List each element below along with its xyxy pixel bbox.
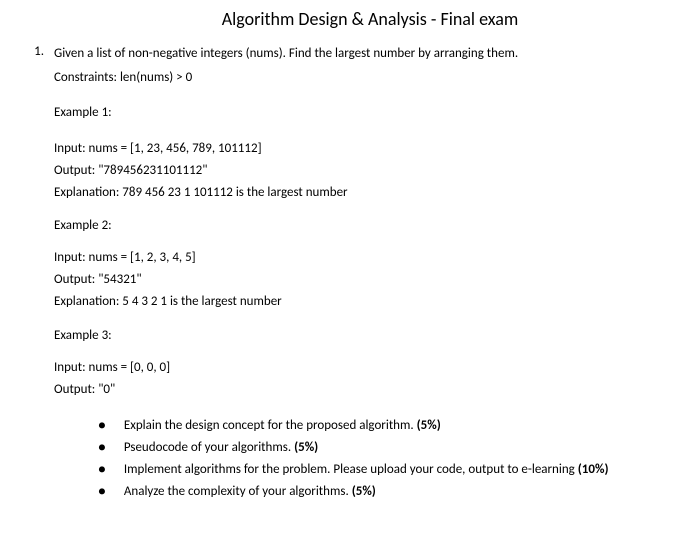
example-title: Example 1: xyxy=(54,105,670,120)
question-constraints: Constraints: len(nums) > 0 xyxy=(54,68,670,88)
example-title: Example 2: xyxy=(54,218,670,233)
example-input: Input: nums = [1, 23, 456, 789, 101112] xyxy=(54,138,670,160)
bullet-icon: ● xyxy=(98,459,106,481)
list-item: ● Pseudocode of your algorithms. (5%) xyxy=(98,437,670,459)
example-output: Output: "54321" xyxy=(54,269,670,291)
task-text: Pseudocode of your algorithms. (5%) xyxy=(124,437,318,459)
list-item: ● Analyze the complexity of your algorit… xyxy=(98,481,670,503)
question-body: Given a list of non-negative integers (n… xyxy=(54,44,670,134)
task-label: Implement algorithms for the problem. Pl… xyxy=(124,462,578,477)
task-list: ● Explain the design concept for the pro… xyxy=(28,415,670,503)
task-text: Explain the design concept for the propo… xyxy=(124,415,441,437)
task-label: Pseudocode of your algorithms. xyxy=(124,440,294,455)
example-block: Input: nums = [0, 0, 0] Output: "0" xyxy=(54,357,670,401)
task-weight: (5%) xyxy=(417,418,441,433)
content-area: 1. Given a list of non-negative integers… xyxy=(0,44,700,503)
task-weight: (10%) xyxy=(578,462,609,477)
task-weight: (5%) xyxy=(294,440,318,455)
question-row: 1. Given a list of non-negative integers… xyxy=(28,44,670,134)
page-title: Algorithm Design & Analysis - Final exam xyxy=(0,8,700,30)
list-item: ● Implement algorithms for the problem. … xyxy=(98,459,670,481)
example-explanation: Explanation: 5 4 3 2 1 is the largest nu… xyxy=(54,291,670,313)
example-explanation: Explanation: 789 456 23 1 101112 is the … xyxy=(54,182,670,204)
example-input: Input: nums = [1, 2, 3, 4, 5] xyxy=(54,247,670,269)
task-text: Implement algorithms for the problem. Pl… xyxy=(124,459,609,481)
bullet-icon: ● xyxy=(98,415,106,437)
example-block: Input: nums = [1, 2, 3, 4, 5] Output: "5… xyxy=(54,247,670,313)
example-output: Output: "789456231101112" xyxy=(54,160,670,182)
task-label: Analyze the complexity of your algorithm… xyxy=(124,484,352,499)
examples-section: Input: nums = [1, 23, 456, 789, 101112] … xyxy=(28,138,670,401)
example-title: Example 3: xyxy=(54,328,670,343)
example-output: Output: "0" xyxy=(54,379,670,401)
bullet-icon: ● xyxy=(98,437,106,459)
task-weight: (5%) xyxy=(352,484,376,499)
example-input: Input: nums = [0, 0, 0] xyxy=(54,357,670,379)
task-text: Analyze the complexity of your algorithm… xyxy=(124,481,376,503)
task-label: Explain the design concept for the propo… xyxy=(124,418,417,433)
example-block: Input: nums = [1, 23, 456, 789, 101112] … xyxy=(54,138,670,204)
question-text: Given a list of non-negative integers (n… xyxy=(54,44,670,64)
bullet-icon: ● xyxy=(98,481,106,503)
question-number: 1. xyxy=(28,44,44,134)
list-item: ● Explain the design concept for the pro… xyxy=(98,415,670,437)
